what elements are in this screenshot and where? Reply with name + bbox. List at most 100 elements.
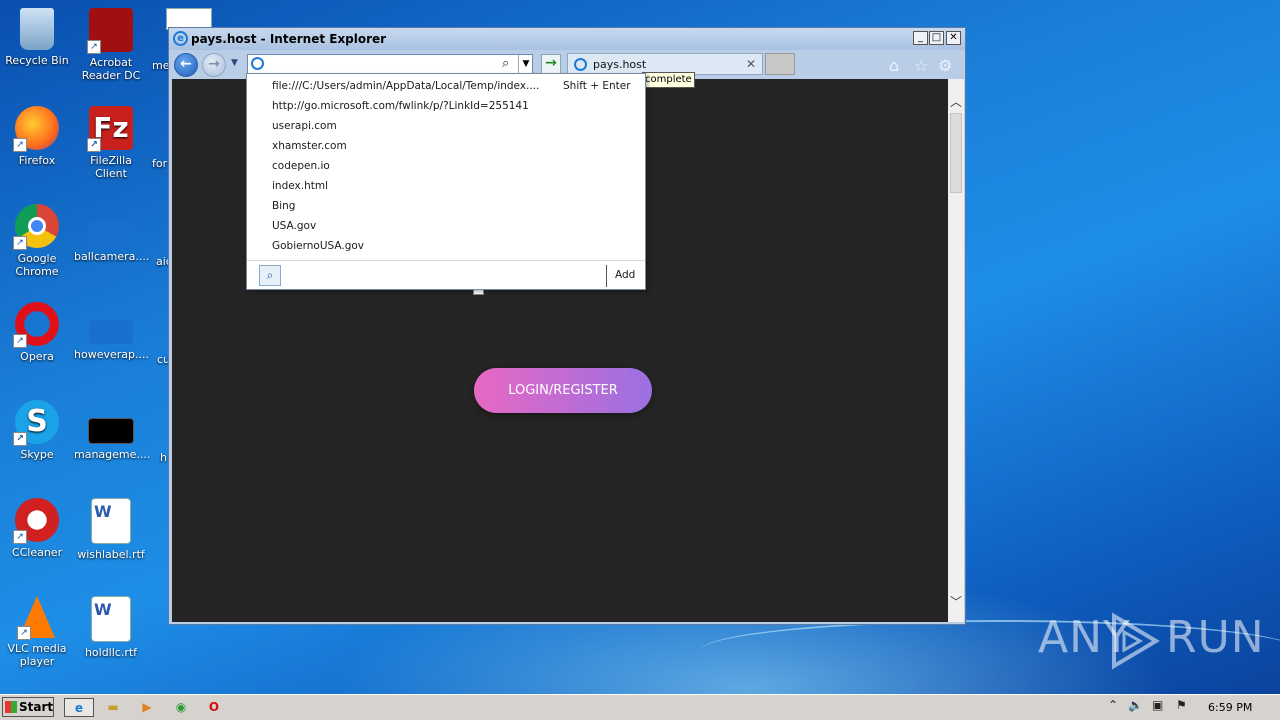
maximize-button[interactable]: □ <box>929 31 944 45</box>
filezilla-icon: Fz ↗ <box>87 106 133 152</box>
vertical-scrollbar[interactable]: ︿ ﹀ <box>948 79 964 622</box>
windows-flag-icon <box>5 701 17 713</box>
autocomplete-item[interactable]: index.html <box>272 180 328 192</box>
desktop-icon-label: Recycle Bin <box>5 54 69 67</box>
desktop-icon-label: Acrobat Reader DC <box>81 56 141 82</box>
desktop-icon-label-partial: for <box>152 157 168 170</box>
autocomplete-item[interactable]: file:///C:/Users/admin/AppData/Local/Tem… <box>272 80 539 92</box>
search-provider-icon[interactable]: ⌕ <box>259 265 281 286</box>
go-button[interactable]: → <box>541 54 561 74</box>
desktop-icon-opera[interactable]: ↗ Opera <box>0 302 74 363</box>
address-dropdown-chevron-down-icon[interactable]: ▼ <box>518 55 533 73</box>
desktop-icon-filezilla[interactable]: Fz ↗ FileZilla Client <box>74 106 148 180</box>
desktop-icon-label: Google Chrome <box>15 252 59 278</box>
back-button[interactable]: ← <box>174 53 198 77</box>
desktop-icon-ballcamera[interactable]: ballcamera.... <box>74 204 150 263</box>
word-document-icon: W <box>91 596 131 642</box>
recent-pages-chevron-down-icon[interactable]: ▼ <box>231 58 238 68</box>
clock[interactable]: 6:59 PM <box>1208 701 1252 714</box>
desktop-icon-label: Opera <box>20 350 54 363</box>
address-input[interactable] <box>268 56 500 73</box>
file-icon <box>89 222 133 246</box>
autocomplete-item[interactable]: xhamster.com <box>272 140 347 152</box>
autocomplete-item[interactable]: userapi.com <box>272 120 337 132</box>
desktop-icon-chrome[interactable]: ↗ Google Chrome <box>0 204 74 278</box>
watermark-text-right: RUN <box>1166 612 1265 663</box>
home-icon[interactable]: ⌂ <box>889 56 899 75</box>
tray-expand-chevron-up-icon[interactable]: ⌃ <box>1108 698 1118 712</box>
scroll-up-chevron-icon[interactable]: ︿ <box>950 93 962 110</box>
vlc-cone-icon: ↗ <box>17 596 55 640</box>
desktop-icon-holdllc[interactable]: W holdllc.rtf <box>74 596 148 659</box>
ie-logo-icon: e <box>173 31 188 46</box>
forward-button[interactable]: → <box>202 53 226 77</box>
login-register-button[interactable]: LOGIN/REGISTER <box>474 368 652 413</box>
favorites-star-icon[interactable]: ☆ <box>914 56 928 75</box>
ie-page-icon <box>251 57 264 70</box>
new-tab-button[interactable] <box>765 53 795 75</box>
autocomplete-item[interactable]: GobiernoUSA.gov <box>272 240 364 252</box>
desktop-icon-acrobat[interactable]: ↗ Acrobat Reader DC <box>74 8 148 82</box>
action-center-flag-icon[interactable]: ⚑ <box>1176 698 1187 712</box>
dropdown-vertical-divider <box>606 265 607 287</box>
desktop-icon-ccleaner[interactable]: ↗ CCleaner <box>0 498 74 559</box>
dropdown-divider <box>247 260 645 261</box>
firefox-icon: ↗ <box>13 106 59 152</box>
taskbar: Start e ▬ ▶ ◉ O ⌃ 🔈 ▣ ⚑ 6:59 PM <box>0 694 1280 720</box>
desktop-icon-label: ballcamera.... <box>74 250 150 263</box>
status-tooltip: complete <box>642 72 695 88</box>
desktop-icon-vlc[interactable]: ↗ VLC media player <box>0 596 74 668</box>
chrome-icon: ↗ <box>13 204 59 250</box>
gear-icon[interactable]: ⚙ <box>938 56 952 75</box>
taskbar-explorer-folder-icon[interactable]: ▬ <box>102 698 124 717</box>
taskbar-opera-icon[interactable]: O <box>203 698 225 717</box>
taskbar-chrome-icon[interactable]: ◉ <box>170 698 192 717</box>
desktop-icon-recycle-bin[interactable]: Recycle Bin <box>0 8 74 67</box>
desktop-icon-label: Firefox <box>18 154 56 167</box>
ccleaner-icon: ↗ <box>13 498 59 544</box>
desktop-icon-label-partial: h <box>160 451 167 464</box>
desktop-icon-label: VLC media player <box>7 642 67 668</box>
search-icon[interactable]: ⌕ <box>502 56 509 71</box>
shift-enter-hint: Shift + Enter <box>563 80 631 92</box>
scroll-thumb[interactable] <box>950 113 962 193</box>
file-icon <box>89 320 133 344</box>
desktop-icon-skype[interactable]: S ↗ Skype <box>0 400 74 461</box>
desktop-icon-label: Skype <box>20 448 54 461</box>
start-button[interactable]: Start <box>2 697 54 717</box>
autocomplete-item[interactable]: USA.gov <box>272 220 316 232</box>
title-bar[interactable]: e pays.host - Internet Explorer _ □ ✕ <box>169 28 965 50</box>
minimize-button[interactable]: _ <box>913 31 928 45</box>
desktop-icon-label: CCleaner <box>11 546 63 559</box>
address-bar[interactable]: ⌕ ▼ <box>247 54 533 74</box>
tab-close-icon[interactable]: ✕ <box>746 57 756 71</box>
desktop-icon-howeverap[interactable]: howeverap.... <box>74 302 149 361</box>
desktop-icon-label: holdllc.rtf <box>84 646 138 659</box>
desktop-icon-manageme[interactable]: manageme.... <box>74 400 151 461</box>
opera-icon: ↗ <box>13 302 59 348</box>
taskbar-ie-icon[interactable]: e <box>64 698 94 717</box>
acrobat-icon: ↗ <box>87 8 133 54</box>
recycle-bin-icon <box>20 8 54 50</box>
tab-label: pays.host <box>593 58 647 71</box>
desktop-icon-wishlabel[interactable]: W wishlabel.rtf <box>74 498 148 561</box>
watermark-play-icon <box>1112 612 1160 670</box>
desktop-icon-firefox[interactable]: ↗ Firefox <box>0 106 74 167</box>
autocomplete-item[interactable]: codepen.io <box>272 160 330 172</box>
desktop-icon-label-partial: me <box>152 59 170 72</box>
address-autocomplete-dropdown: file:///C:/Users/admin/AppData/Local/Tem… <box>246 73 646 290</box>
desktop-icon-label: FileZilla Client <box>90 154 132 180</box>
start-label: Start <box>19 700 54 714</box>
taskbar-media-player-icon[interactable]: ▶ <box>136 698 158 717</box>
desktop-icon-label: howeverap.... <box>74 348 149 361</box>
add-search-provider-button[interactable]: Add <box>615 269 635 281</box>
network-icon[interactable]: ▣ <box>1152 698 1163 712</box>
desktop-icon-label: manageme.... <box>74 448 151 461</box>
volume-icon[interactable]: 🔈 <box>1128 698 1143 712</box>
autocomplete-item[interactable]: http://go.microsoft.com/fwlink/p/?LinkId… <box>272 100 529 112</box>
scroll-down-chevron-icon[interactable]: ﹀ <box>950 593 962 610</box>
autocomplete-item[interactable]: Bing <box>272 200 295 212</box>
close-button[interactable]: ✕ <box>946 31 961 45</box>
console-file-icon <box>88 418 134 444</box>
skype-icon: S ↗ <box>13 400 59 446</box>
